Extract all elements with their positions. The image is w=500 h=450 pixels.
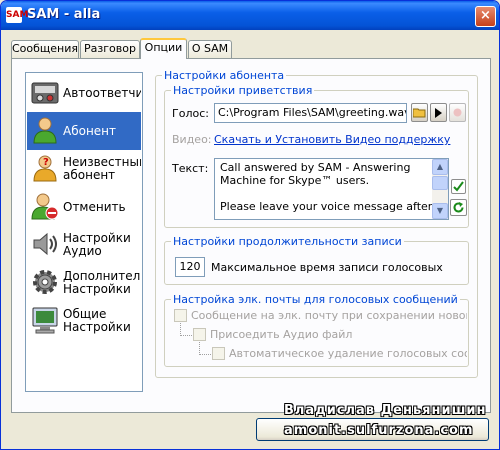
group-title: Настройка элк. почты для голосовых сообщ… — [171, 293, 460, 306]
tree-connector — [199, 342, 211, 355]
window-title: SAM - alla — [27, 7, 101, 22]
sidebar-item-unknown-subscriber[interactable]: ? Неизвестный абонент — [27, 150, 141, 188]
play-button[interactable] — [430, 103, 447, 122]
sidebar-item-general-settings[interactable]: Общие Настройки — [27, 302, 141, 340]
apply-text-button[interactable] — [451, 179, 466, 194]
tree-connector — [180, 323, 192, 336]
computer-settings-icon — [32, 307, 58, 334]
tab-about[interactable]: О SAM — [188, 40, 232, 58]
speaker-icon — [33, 232, 57, 256]
watermark-site: amonit.sulfurzona.com — [284, 423, 474, 438]
options-panel: Автоответчик Абонент ? Неизвестный абоне… — [11, 58, 491, 413]
video-label: Видео: — [172, 133, 212, 146]
scroll-down-arrow-icon[interactable]: ▼ — [432, 203, 448, 219]
user-icon — [33, 117, 57, 144]
auto-delete-label: Автоматическое удаление голосовых сообще… — [229, 347, 467, 360]
text-label: Текст: — [172, 162, 209, 175]
auto-delete-checkbox[interactable] — [212, 347, 225, 360]
sam-app-icon: SAM — [6, 7, 28, 23]
refresh-icon — [453, 202, 464, 213]
sidebar-item-cancel[interactable]: Отменить — [27, 188, 141, 226]
sidebar-item-label: Абонент — [63, 123, 117, 138]
checkmark-icon — [453, 181, 464, 192]
sidebar-item-label: Общие Настройки — [63, 307, 131, 334]
email-on-save-label: Сообщение на элк. почту при сохранении н… — [191, 309, 467, 322]
group-title: Настройки абонента — [162, 69, 287, 82]
subscriber-settings-group: Настройки абонента Настройки приветствия… — [155, 69, 478, 378]
tab-options[interactable]: Опции — [140, 38, 187, 59]
close-button[interactable]: × — [475, 6, 496, 27]
scroll-up-arrow-icon[interactable]: ▲ — [432, 159, 448, 175]
record-icon — [453, 108, 462, 117]
attach-audio-checkbox[interactable] — [193, 328, 206, 341]
scroll-thumb[interactable] — [432, 176, 448, 190]
tab-messages[interactable]: Сообщения — [11, 40, 79, 58]
download-video-link[interactable]: Скачать и Установить Видео поддержку — [214, 133, 450, 146]
recording-duration-group: Настройки продолжительности записи 120 М… — [164, 235, 469, 285]
text-scrollbar[interactable]: ▲ ▼ — [432, 159, 448, 219]
greeting-text-line: Please leave your voice message after — [220, 200, 433, 213]
group-title: Настройки приветствия — [171, 84, 315, 97]
sidebar-item-answering-machine[interactable]: Автоответчик — [27, 74, 141, 112]
voice-file-input[interactable]: C:\Program Files\SAM\greeting.wav — [214, 103, 407, 123]
browse-folder-button[interactable] — [411, 103, 428, 122]
voice-label: Голос: — [172, 107, 209, 120]
greeting-settings-group: Настройки приветствия Голос: C:\Program … — [164, 84, 469, 228]
max-duration-input[interactable]: 120 — [175, 257, 205, 277]
sidebar-item-audio-settings[interactable]: Настройки Аудио — [27, 226, 141, 264]
email-settings-group: Настройка элк. почты для голосовых сообщ… — [164, 293, 469, 367]
greeting-text-area[interactable]: Call answered by SAM - Answering Machine… — [214, 158, 449, 220]
greeting-text-line: Call answered by SAM - Answering — [220, 161, 411, 174]
gear-icon — [33, 270, 57, 294]
greeting-text-line — [220, 187, 443, 200]
attach-audio-label: Присоедить Аудио файл — [210, 328, 353, 341]
tab-conversation[interactable]: Разговор — [80, 40, 140, 58]
sidebar-item-subscriber[interactable]: Абонент — [27, 112, 141, 150]
answering-machine-icon — [31, 82, 59, 104]
group-title: Настройки продолжительности записи — [171, 235, 404, 248]
title-bar[interactable]: SAM SAM - alla × — [1, 1, 499, 30]
unknown-user-icon: ? — [33, 155, 57, 182]
folder-icon — [413, 108, 426, 118]
sidebar-item-label: Автоответчик — [63, 85, 141, 100]
sidebar-item-label: Отменить — [63, 199, 126, 214]
sidebar-item-advanced-settings[interactable]: Дополнительные Настройки — [27, 264, 141, 302]
app-window: SAM SAM - alla × Сообщения Разговор Опци… — [0, 0, 500, 450]
user-cancel-icon — [31, 193, 59, 220]
watermark-author: Владислав Деньянишин — [284, 403, 487, 418]
record-button[interactable] — [449, 103, 466, 122]
refresh-text-button[interactable] — [450, 199, 467, 216]
svg-text:?: ? — [43, 157, 49, 168]
play-icon — [435, 107, 442, 118]
sidebar-item-label: Дополнительные Настройки — [63, 269, 141, 296]
email-on-save-checkbox[interactable] — [174, 309, 187, 322]
settings-sidebar: Автоответчик Абонент ? Неизвестный абоне… — [25, 72, 143, 392]
max-duration-label: Максимальное время записи голосовых — [211, 261, 443, 274]
sidebar-item-label: Неизвестный абонент — [63, 155, 141, 182]
greeting-text-line: Machine for Skype™ users. — [220, 174, 370, 187]
sidebar-item-label: Настройки Аудио — [63, 231, 131, 258]
